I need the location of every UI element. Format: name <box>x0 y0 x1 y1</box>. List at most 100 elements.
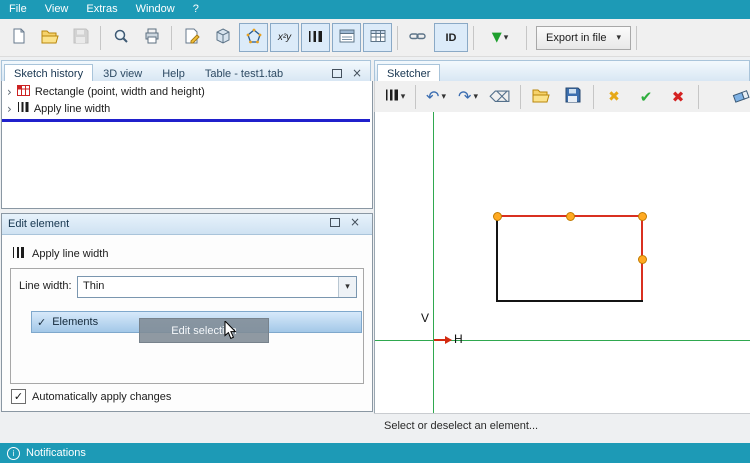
link-button[interactable] <box>403 23 432 52</box>
printer-icon <box>144 28 160 47</box>
close-icon[interactable]: × <box>352 67 362 79</box>
expander-icon[interactable]: › <box>7 103 12 115</box>
open-folder-icon <box>41 29 59 47</box>
panel-window-buttons: × <box>329 216 368 231</box>
app-window: File View Extras Window ? x²y ID ▼ ▾ Expo… <box>0 0 750 463</box>
green-arrow-dropdown[interactable]: ▼ ▾ <box>479 23 521 52</box>
main-toolbar: x²y ID ▼ ▾ Export in file ▾ <box>0 19 750 57</box>
red-cross-icon: ✖ <box>671 87 685 106</box>
v-axis-label: V <box>421 311 430 325</box>
line-width-icon <box>308 29 323 47</box>
tab-sketch-history[interactable]: Sketch history <box>4 64 94 82</box>
rectangle-bottom-edge[interactable] <box>496 300 643 302</box>
h-axis-label: H <box>454 332 463 346</box>
toolbar-separator <box>397 25 398 50</box>
auto-apply-checkbox[interactable]: ✓ <box>11 389 26 404</box>
expander-icon[interactable]: › <box>7 86 12 98</box>
line-width-dropdown[interactable]: ▾ <box>380 84 410 110</box>
chevron-down-icon: ▾ <box>616 32 622 43</box>
combo-dropdown-icon[interactable]: ▾ <box>338 277 356 297</box>
close-icon[interactable]: × <box>350 216 360 228</box>
handle-right-mid[interactable] <box>638 255 647 264</box>
id-button[interactable]: ID <box>434 23 468 52</box>
maximize-icon[interactable] <box>329 217 340 227</box>
toolbar-separator <box>698 84 699 109</box>
rectangle-left-edge[interactable] <box>496 215 498 302</box>
new-file-button[interactable] <box>4 23 33 52</box>
tree-row-label: Rectangle (point, width and height) <box>34 85 205 98</box>
open-folder-icon <box>532 88 550 106</box>
backspace-icon: ⌫ <box>489 87 511 106</box>
auto-apply-row[interactable]: ✓ Automatically apply changes <box>11 389 171 404</box>
handle-top-left[interactable] <box>493 212 502 221</box>
rectangle-feature-icon <box>16 84 30 100</box>
h-axis-arrowhead <box>445 336 452 344</box>
tab-help[interactable]: Help <box>152 64 195 82</box>
sketch-mode-button[interactable] <box>239 23 268 52</box>
status-text: Select or deselect an element... <box>384 420 539 432</box>
sketcher-statusbar: Select or deselect an element... <box>374 413 750 438</box>
save-icon <box>73 28 89 47</box>
formula-button[interactable]: x²y <box>270 23 299 52</box>
tree-row-rectangle[interactable]: › Rectangle (point, width and height) <box>2 83 372 100</box>
cube-icon <box>215 28 231 47</box>
tab-sketcher[interactable]: Sketcher <box>377 64 441 82</box>
save-sketch-button[interactable] <box>558 84 588 110</box>
delete-last-button[interactable]: ⌫ <box>485 84 515 110</box>
sketcher-toolbar: ▾ ↶ ▾ ↷ ▾ ⌫ ✖ ✔ ✖ <box>374 81 750 113</box>
sketcher-panel: Sketcher ▾ ↶ ▾ ↷ ▾ ⌫ ✖ ✔ ✖ V H Select or… <box>374 60 750 438</box>
green-check-icon: ✔ <box>639 87 653 106</box>
handle-top-mid[interactable] <box>566 212 575 221</box>
print-button[interactable] <box>137 23 166 52</box>
menu-extras[interactable]: Extras <box>77 0 126 19</box>
tab-3d-view[interactable]: 3D view <box>93 64 152 82</box>
table-button[interactable] <box>363 23 392 52</box>
tab-table-test1[interactable]: Table - test1.tab <box>195 64 293 82</box>
line-width-label: Line width: <box>19 280 72 292</box>
notifications-bar[interactable]: i Notifications <box>0 443 750 463</box>
undo-button[interactable]: ↶ ▾ <box>421 84 451 110</box>
menu-file[interactable]: File <box>0 0 36 19</box>
menu-view[interactable]: View <box>36 0 78 19</box>
v-axis <box>433 112 434 413</box>
redo-button[interactable]: ↷ ▾ <box>453 84 483 110</box>
edit-document-button[interactable] <box>177 23 206 52</box>
open-sketch-button[interactable] <box>526 84 556 110</box>
edit-header-label: Apply line width <box>32 248 109 260</box>
open-file-button[interactable] <box>35 23 64 52</box>
chevron-down-icon: ▾ <box>473 91 478 102</box>
history-position-marker[interactable] <box>2 119 370 122</box>
toolbar-separator <box>100 25 101 50</box>
properties-button[interactable] <box>208 23 237 52</box>
toolbar-separator <box>171 25 172 50</box>
toolbar-separator <box>415 84 416 109</box>
document-pencil-icon <box>184 28 200 47</box>
eraser-button[interactable] <box>726 84 750 110</box>
tree-row-apply-line-width[interactable]: › Apply line width <box>2 100 372 117</box>
save-icon <box>565 87 581 106</box>
export-button[interactable]: Export in file ▾ <box>536 25 632 50</box>
menu-window[interactable]: Window <box>127 0 184 19</box>
handle-top-right[interactable] <box>638 212 647 221</box>
edit-panel-header: Apply line width <box>12 246 108 262</box>
line-width-select[interactable]: Thin ▾ <box>77 276 357 298</box>
line-width-icon <box>12 246 25 262</box>
orange-cross-icon: ✖ <box>608 88 620 105</box>
apply-button[interactable]: ✔ <box>631 84 661 110</box>
delete-selection-button[interactable]: ✖ <box>599 84 629 110</box>
maximize-icon[interactable] <box>331 68 342 78</box>
new-file-icon <box>11 28 27 47</box>
selected-check-icon: ✓ <box>37 315 47 329</box>
menu-help[interactable]: ? <box>184 0 208 19</box>
sketch-canvas[interactable]: V H <box>374 112 750 413</box>
history-tabstrip: Sketch history 3D view Help Table - test… <box>1 60 371 83</box>
eraser-icon <box>732 88 750 106</box>
history-tree: › Rectangle (point, width and height) › … <box>1 81 373 209</box>
zoom-button[interactable] <box>106 23 135 52</box>
cancel-button[interactable]: ✖ <box>663 84 693 110</box>
form-editor-button[interactable] <box>332 23 361 52</box>
sketcher-tabstrip: Sketcher <box>374 60 750 83</box>
export-label: Export in file <box>546 31 607 44</box>
line-width-tool-button[interactable] <box>301 23 330 52</box>
mouse-cursor-icon <box>224 319 238 344</box>
